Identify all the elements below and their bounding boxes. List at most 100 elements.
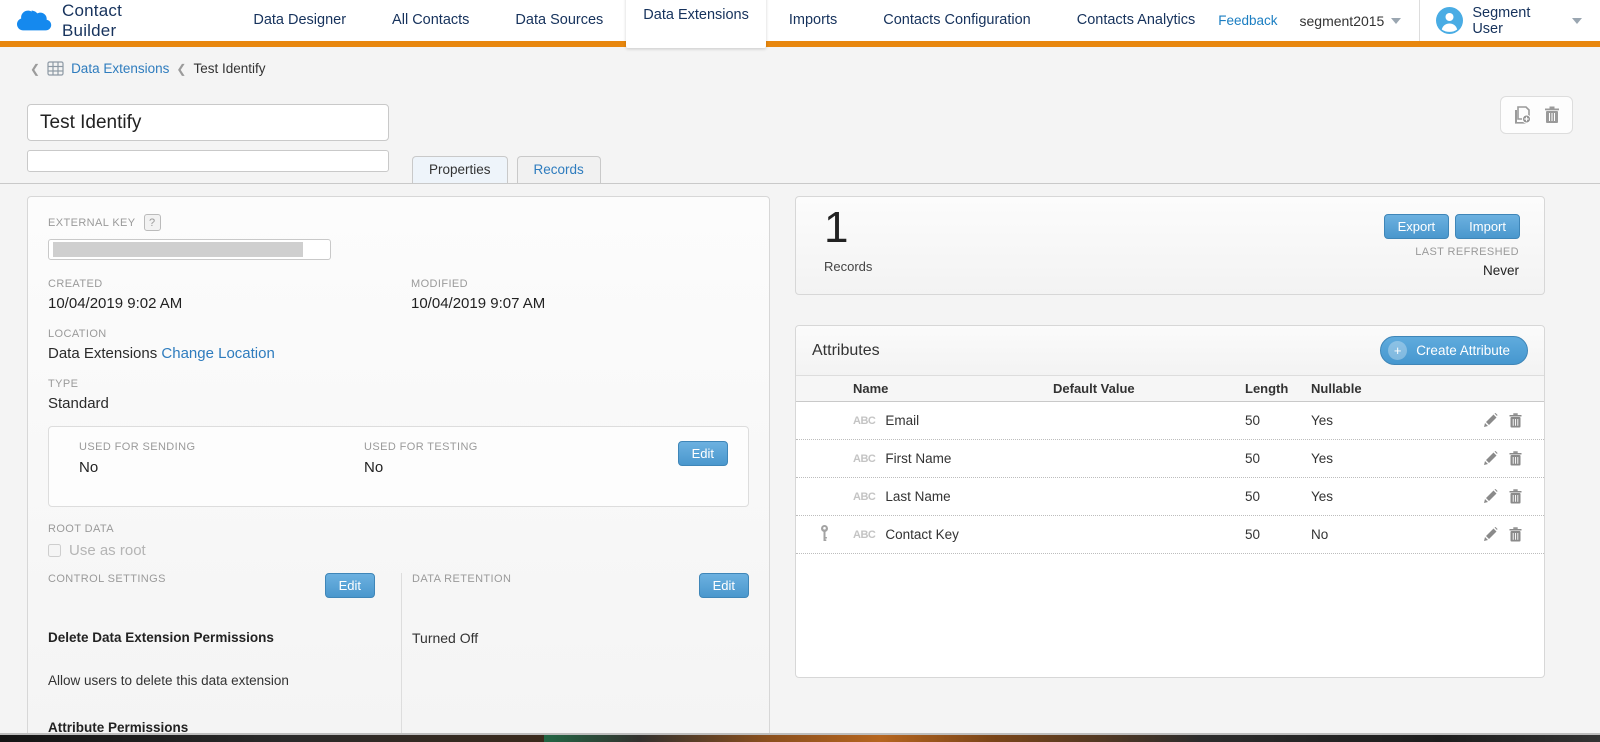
edit-attribute-pencil-icon[interactable] xyxy=(1484,527,1498,542)
edit-attribute-pencil-icon[interactable] xyxy=(1484,451,1498,466)
app-brand[interactable]: Contact Builder xyxy=(16,1,180,41)
data-retention-edit-button[interactable]: Edit xyxy=(699,573,749,598)
table-row: ABC Contact Key 50 No xyxy=(796,516,1544,554)
data-extension-description-input[interactable] xyxy=(27,150,389,172)
breadcrumb-separator-chevron-icon: ❮ xyxy=(176,62,186,76)
column-default-value: Default Value xyxy=(1053,381,1245,396)
type-value: Standard xyxy=(48,395,749,412)
usage-box: USED FOR SENDING No USED FOR TESTING No … xyxy=(48,426,749,507)
import-button[interactable]: Import xyxy=(1455,214,1520,239)
delete-data-extension-icon[interactable] xyxy=(1544,106,1560,124)
user-menu[interactable]: Segment User xyxy=(1436,5,1600,37)
attribute-nullable: Yes xyxy=(1311,489,1403,504)
copy-data-extension-icon[interactable] xyxy=(1513,106,1532,124)
table-row: ABC Email 50 Yes xyxy=(796,402,1544,440)
primary-nav: Data Designer All Contacts Data Sources … xyxy=(230,0,1218,41)
primary-key-icon xyxy=(820,525,829,545)
properties-panel: EXTERNAL KEY ? CREATED 10/04/2019 9:02 A… xyxy=(27,196,770,742)
use-as-root-checkbox[interactable] xyxy=(48,544,61,557)
attributes-table-header: Name Default Value Length Nullable xyxy=(796,375,1544,402)
delete-permissions-desc: Allow users to delete this data extensio… xyxy=(48,673,375,688)
created-label: CREATED xyxy=(48,278,411,290)
top-navigation-bar: Contact Builder Data Designer All Contac… xyxy=(0,0,1600,41)
feedback-link[interactable]: Feedback xyxy=(1218,13,1277,28)
usage-edit-button[interactable]: Edit xyxy=(678,441,728,466)
breadcrumb-data-extensions-link[interactable]: Data Extensions xyxy=(71,61,169,76)
attributes-panel: Attributes + Create Attribute Name Defau… xyxy=(795,325,1545,678)
help-icon[interactable]: ? xyxy=(144,214,161,231)
edit-attribute-pencil-icon[interactable] xyxy=(1484,489,1498,504)
nav-right-group: Feedback segment2015 Segment User xyxy=(1218,0,1600,41)
nav-imports[interactable]: Imports xyxy=(766,0,860,41)
text-type-icon: ABC xyxy=(853,415,875,427)
delete-attribute-trash-icon[interactable] xyxy=(1509,413,1522,428)
root-data-label: ROOT DATA xyxy=(48,523,749,535)
nav-data-designer[interactable]: Data Designer xyxy=(230,0,369,41)
data-extension-name-input[interactable] xyxy=(27,104,389,141)
attribute-nullable: Yes xyxy=(1311,413,1403,428)
external-key-redacted-value xyxy=(53,242,303,257)
create-attribute-label: Create Attribute xyxy=(1416,343,1510,358)
nav-contacts-analytics[interactable]: Contacts Analytics xyxy=(1054,0,1218,41)
delete-attribute-trash-icon[interactable] xyxy=(1509,451,1522,466)
used-for-testing-value: No xyxy=(364,459,678,476)
text-type-icon: ABC xyxy=(853,491,875,503)
attribute-length: 50 xyxy=(1245,527,1311,542)
data-retention-label: DATA RETENTION xyxy=(412,573,511,585)
user-avatar-icon xyxy=(1436,7,1463,34)
breadcrumb-back-chevron-icon[interactable]: ❮ xyxy=(30,62,40,76)
external-key-input[interactable] xyxy=(48,239,331,260)
attribute-name: First Name xyxy=(885,451,951,466)
background-window-strip xyxy=(0,735,1600,742)
nav-all-contacts[interactable]: All Contacts xyxy=(369,0,492,41)
data-extension-grid-icon xyxy=(47,61,64,76)
attribute-name: Email xyxy=(885,413,919,428)
account-picker[interactable]: segment2015 xyxy=(1300,13,1402,29)
used-for-sending-value: No xyxy=(79,459,364,476)
detail-tabs: Properties Records xyxy=(412,156,601,183)
account-name: segment2015 xyxy=(1300,13,1385,29)
nav-data-extensions[interactable]: Data Extensions xyxy=(626,0,766,48)
table-row: ABC Last Name 50 Yes xyxy=(796,478,1544,516)
delete-attribute-trash-icon[interactable] xyxy=(1509,489,1522,504)
accent-bar xyxy=(0,41,1600,47)
delete-attribute-trash-icon[interactable] xyxy=(1509,527,1522,542)
used-for-sending-label: USED FOR SENDING xyxy=(79,441,364,453)
tab-records[interactable]: Records xyxy=(517,156,601,183)
tab-properties[interactable]: Properties xyxy=(412,156,508,183)
change-location-link[interactable]: Change Location xyxy=(161,345,274,362)
control-settings-edit-button[interactable]: Edit xyxy=(325,573,375,598)
content-divider xyxy=(0,183,1600,184)
records-count: 1 xyxy=(824,203,848,253)
type-label: TYPE xyxy=(48,378,749,390)
edit-attribute-pencil-icon[interactable] xyxy=(1484,413,1498,428)
plus-icon: + xyxy=(1388,341,1407,360)
app-title: Contact Builder xyxy=(62,1,180,41)
records-count-label: Records xyxy=(824,259,872,274)
data-retention-value: Turned Off xyxy=(412,630,749,646)
control-settings-label: CONTROL SETTINGS xyxy=(48,573,166,585)
chevron-down-icon xyxy=(1572,18,1582,24)
export-button[interactable]: Export xyxy=(1384,214,1450,239)
chevron-down-icon xyxy=(1391,18,1401,24)
modified-value: 10/04/2019 9:07 AM xyxy=(411,295,545,312)
use-as-root-label: Use as root xyxy=(69,542,146,559)
last-refreshed-value: Never xyxy=(1483,263,1519,278)
create-attribute-button[interactable]: + Create Attribute xyxy=(1380,336,1528,365)
text-type-icon: ABC xyxy=(853,453,875,465)
table-row: ABC First Name 50 Yes xyxy=(796,440,1544,478)
text-type-icon: ABC xyxy=(853,529,875,541)
column-nullable: Nullable xyxy=(1311,381,1403,396)
attributes-table: Name Default Value Length Nullable ABC E… xyxy=(796,375,1544,554)
salesforce-cloud-logo-icon xyxy=(16,8,53,34)
attributes-title: Attributes xyxy=(812,342,880,360)
attribute-name: Contact Key xyxy=(885,527,959,542)
attribute-nullable: Yes xyxy=(1311,451,1403,466)
used-for-testing-label: USED FOR TESTING xyxy=(364,441,678,453)
last-refreshed-label: LAST REFRESHED xyxy=(1415,246,1519,258)
nav-data-sources[interactable]: Data Sources xyxy=(492,0,626,41)
breadcrumb: ❮ Data Extensions ❮ Test Identify xyxy=(30,61,265,76)
user-name: Segment User xyxy=(1472,5,1563,37)
nav-contacts-configuration[interactable]: Contacts Configuration xyxy=(860,0,1054,41)
external-key-label: EXTERNAL KEY xyxy=(48,217,136,229)
